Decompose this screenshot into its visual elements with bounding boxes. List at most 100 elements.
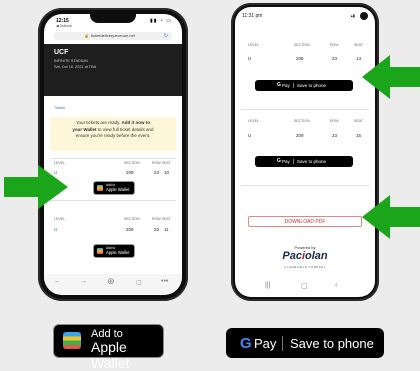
url-bar[interactable]: 🔒 ticketdelivery.evenue.net ↻ (54, 32, 172, 40)
event-date: Sat, Oct 16, 2021 at TBA (54, 65, 97, 69)
divider (241, 185, 369, 186)
event-title: UCF (54, 49, 69, 56)
google-g-icon: G (277, 82, 281, 88)
back-nav-icon[interactable]: ‹ (335, 282, 337, 289)
android-status-bar: 11:31 pm ▴▮ (235, 7, 375, 25)
notice-line1: Your tickets are ready. (75, 120, 121, 125)
tabs-icon[interactable]: ▢ (136, 279, 142, 286)
ticket-seat: 10 (164, 170, 170, 175)
gpay-pay-label: Pay (254, 336, 277, 351)
new-tab-icon[interactable]: ⊕ (107, 276, 115, 287)
iphone-notch (90, 14, 136, 23)
row-header: ROW (330, 119, 339, 123)
ticket-section: 209 (126, 227, 134, 232)
wallet-icon (63, 332, 81, 349)
gpay-label: Save to phone (297, 158, 327, 164)
divider (50, 200, 176, 201)
section-header: SECTION (124, 217, 140, 221)
gpay-pay-label: Pay (282, 158, 290, 164)
wallet-notice: Your tickets are ready. Add it now to yo… (50, 117, 176, 151)
notice-bold2: your Wallet (72, 126, 97, 132)
row-header: ROW (330, 43, 339, 47)
wallet-icon (97, 185, 103, 191)
notice-bold1: Add it now to (121, 120, 151, 125)
ticket-level: U (248, 133, 252, 138)
section-header: SECTION (294, 119, 310, 123)
row-seat-header: ROW SEAT (152, 161, 171, 165)
ticket-row-value: 23 (154, 170, 160, 175)
wallet-label-l2: Apple Wallet (106, 187, 130, 192)
brand-post: olan (305, 250, 328, 262)
iphone-mockup: 12:15 ◀ Outlook ▮▮ ◔ ▭ 🔒 ticketdelivery.… (38, 8, 188, 301)
divider (241, 109, 369, 110)
ticket-row-value: 23 (332, 133, 338, 138)
ticket-row-value: 23 (154, 227, 160, 232)
ticket-seat: 14 (356, 56, 362, 61)
seat-header: SEAT (354, 119, 363, 123)
signal-battery-icon: ▴▮ (350, 13, 355, 18)
brand-pre: Pac (282, 250, 302, 262)
event-venue: INFINITE STADIUM (54, 59, 88, 63)
gpay-label: Save to phone (297, 82, 327, 88)
section-header: SECTION (124, 161, 140, 165)
signal-wifi-battery-icon: ▮▮ ◔ ▭ (149, 18, 172, 24)
android-nav-bar: ||| ▢ ‹ (235, 279, 375, 297)
gpay-separator (293, 83, 294, 88)
save-to-google-pay-large-button[interactable]: G Pay Save to phone (226, 328, 384, 358)
ticket-section: 209 (296, 133, 304, 138)
gpay-pay-label: Pay (282, 82, 290, 88)
arrow-right-icon (4, 165, 68, 209)
add-to-apple-wallet-button[interactable]: Add to Apple Wallet (93, 244, 135, 258)
wallet-icon (97, 248, 103, 254)
ticket-section: 209 (126, 170, 134, 175)
notice-line2: to view full ticket details and (97, 126, 154, 132)
level-header: LEVEL (54, 217, 65, 221)
save-to-google-pay-button[interactable]: G Pay Save to phone (255, 156, 353, 167)
back-icon[interactable]: ← (54, 278, 61, 285)
ticket-row-value: 23 (332, 56, 338, 61)
wallet-label-l2: Apple Wallet (106, 250, 130, 255)
android-screen: 11:31 pm ▴▮ LEVEL SECTION ROW SEAT U 209… (235, 7, 375, 297)
download-pdf-button[interactable]: DOWNLOAD PDF (248, 216, 362, 227)
url-text: ticketdelivery.evenue.net (91, 33, 135, 38)
learfield-label: A LEARFIELD COMPANY (284, 265, 326, 269)
iphone-screen: 12:15 ◀ Outlook ▮▮ ◔ ▭ 🔒 ticketdelivery.… (44, 14, 182, 295)
gpay-label: Save to phone (290, 336, 374, 351)
add-to-apple-wallet-large-button[interactable]: Add to Apple Wallet (53, 324, 164, 371)
arrow-left-icon (362, 55, 420, 99)
event-header: UCF INFINITE STADIUM Sat, Oct 16, 2021 a… (44, 44, 182, 96)
seat-header: SEAT (354, 43, 363, 47)
ticket-level: U (54, 227, 58, 232)
lock-icon: 🔒 (84, 33, 89, 38)
google-g-icon: G (240, 335, 252, 352)
forward-icon[interactable]: → (80, 278, 87, 285)
level-header: LEVEL (248, 119, 259, 123)
row-seat-header: ROW SEAT (152, 217, 171, 221)
add-to-apple-wallet-button[interactable]: Add to Apple Wallet (93, 181, 135, 195)
reload-icon[interactable]: ↻ (164, 32, 168, 40)
tickets-label: Tickets (54, 106, 65, 110)
back-to-outlook-link[interactable]: ◀ Outlook (56, 24, 72, 28)
safari-toolbar: ← → ⊕ ▢ ••• (44, 274, 182, 294)
google-g-icon: G (277, 158, 281, 164)
notice-line3: ensure you're ready before the event. (75, 133, 151, 138)
android-mockup: 11:31 pm ▴▮ LEVEL SECTION ROW SEAT U 209… (231, 3, 379, 301)
home-icon[interactable]: ▢ (301, 282, 308, 290)
gpay-separator (293, 159, 294, 164)
ticket-seat: 15 (356, 133, 362, 138)
android-time: 11:31 pm (242, 13, 263, 19)
recents-icon[interactable]: ||| (265, 282, 270, 289)
camera-punch-hole (360, 12, 368, 20)
level-header: LEVEL (248, 43, 259, 47)
section-header: SECTION (294, 43, 310, 47)
paciolan-logo: Paciolan (235, 250, 375, 262)
save-to-google-pay-button[interactable]: G Pay Save to phone (255, 80, 353, 91)
more-icon[interactable]: ••• (161, 278, 168, 285)
wallet-large-l2: Apple Wallet (91, 339, 130, 371)
gpay-separator (282, 336, 283, 351)
ticket-level: U (248, 56, 252, 61)
ticket-section: 209 (296, 56, 304, 61)
arrow-left-icon (362, 195, 420, 239)
divider (50, 158, 176, 159)
ticket-seat: 11 (164, 227, 169, 232)
